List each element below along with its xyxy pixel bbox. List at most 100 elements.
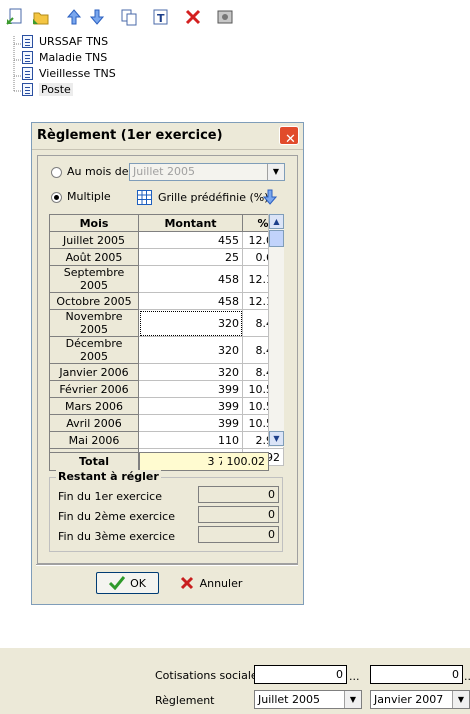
scroll-up-button[interactable]: ▲ [269, 214, 284, 229]
grille-predefinie-button[interactable]: Grille prédéfinie (%) [137, 188, 269, 206]
fin-3eme-label: Fin du 3ème exercice [58, 530, 175, 543]
reglement-grid: Mois Montant % Juillet 2005 455 12.06 Août … [49, 214, 284, 466]
fin-2eme-label: Fin du 2ème exercice [58, 510, 175, 523]
cell-montant[interactable]: 399 [138, 380, 243, 398]
grid-icon [137, 189, 152, 205]
fin-2eme-value: 0 [198, 506, 279, 523]
fin-1er-value: 0 [198, 486, 279, 503]
table-row[interactable]: Août 2005250.66 [49, 248, 284, 266]
cell-mois[interactable]: Mars 2006 [49, 397, 139, 415]
close-icon: ✕ [285, 132, 296, 147]
cell-montant[interactable]: 458 [138, 292, 243, 310]
cell-montant[interactable]: 455 [138, 231, 243, 249]
tree-item-label: Vieillesse TNS [39, 66, 116, 80]
open-folder-icon[interactable] [30, 6, 52, 28]
column-header-mois[interactable]: Mois [49, 214, 139, 232]
move-down-icon[interactable] [86, 6, 108, 28]
total-pct: 100.02 [222, 452, 269, 471]
tree-item-label: Maladie TNS [39, 50, 108, 64]
cell-mois[interactable]: Mai 2006 [49, 431, 139, 449]
tree-item-poste[interactable]: Poste [22, 81, 73, 97]
cell-montant[interactable]: 320 [138, 363, 243, 381]
tree-item-vieillesse[interactable]: Vieillesse TNS [22, 65, 116, 81]
table-row[interactable]: Septembre 2005 458 12.14 [49, 265, 284, 293]
cell-mois[interactable]: Avril 2006 [49, 414, 139, 432]
cell-mois[interactable]: Septembre 2005 [49, 265, 139, 293]
cell-montant[interactable]: 320 [138, 336, 243, 364]
ok-label: OK [130, 576, 146, 590]
scroll-down-button[interactable]: ▼ [269, 431, 284, 446]
copy-icon[interactable] [118, 6, 140, 28]
grid-scrollbar[interactable]: ▲ ▼ [268, 214, 284, 447]
restant-title: Restant à régler [56, 470, 161, 483]
ok-button[interactable]: OK [96, 572, 159, 594]
tree-item-maladie[interactable]: Maladie TNS [22, 49, 107, 65]
dialog-title-bar[interactable]: Règlement (1er exercice) ✕ [32, 123, 303, 150]
new-document-icon[interactable] [4, 6, 26, 28]
table-row[interactable]: Mars 2006 399 10.58 [49, 397, 284, 415]
cell-mois[interactable]: Janvier 2006 [49, 363, 139, 381]
radio-au-mois[interactable] [51, 167, 62, 178]
document-icon [22, 66, 33, 80]
cotisations-ellipsis-button-1[interactable]: ... [349, 670, 360, 683]
button-separator [36, 564, 298, 566]
cell-montant[interactable]: 25 [138, 248, 243, 266]
scroll-thumb[interactable] [269, 230, 284, 247]
reglement-to-select[interactable]: Janvier 2007 ▼ [370, 690, 470, 709]
chevron-down-icon: ▼ [267, 164, 284, 180]
table-row[interactable]: Novembre 20053208.48 [49, 309, 284, 337]
cell-mois[interactable]: Décembre 2005 [49, 336, 139, 364]
reglement-to-value: Janvier 2007 [374, 693, 444, 706]
arrow-down-icon[interactable] [262, 189, 278, 208]
cell-montant[interactable]: 458 [138, 265, 243, 293]
table-row[interactable]: Juillet 2005 455 12.06 [49, 231, 284, 249]
table-row[interactable]: Décembre 20053208.48 [49, 336, 284, 364]
column-header-montant[interactable]: Montant [138, 214, 243, 232]
cotisations-field-1[interactable]: 0 [254, 665, 347, 684]
cell-mois[interactable]: Novembre 2005 [49, 309, 139, 337]
archive-icon[interactable] [214, 6, 236, 28]
cell-montant[interactable]: 399 [138, 414, 243, 432]
table-row[interactable]: Mai 20061102.92 [49, 431, 284, 449]
cell-mois[interactable]: Juillet 2005 [49, 231, 139, 249]
table-row[interactable]: Octobre 2005 458 12.14 [49, 292, 284, 310]
cell-mois[interactable]: Février 2006 [49, 380, 139, 398]
cell-montant[interactable]: 399 [138, 397, 243, 415]
month-select-value: Juillet 2005 [133, 165, 195, 178]
cell-montant[interactable]: 320 [138, 309, 243, 337]
cotisations-label: Cotisations sociales [155, 669, 264, 682]
table-row[interactable]: Février 2006 399 10.58 [49, 380, 284, 398]
reglement-label: Règlement [155, 694, 215, 707]
tree-item-label: URSSAF TNS [39, 34, 109, 48]
text-format-icon[interactable]: T [150, 6, 172, 28]
tree-item-urssaf[interactable]: URSSAF TNS [22, 33, 108, 49]
table-row[interactable]: Janvier 20063208.48 [49, 363, 284, 381]
table-row[interactable]: Avril 2006 399 10.58 [49, 414, 284, 432]
cell-mois[interactable]: Octobre 2005 [49, 292, 139, 310]
document-icon [22, 34, 33, 48]
cell-montant[interactable]: 110 [138, 431, 243, 449]
toolbar: T [0, 0, 470, 32]
cotisations-ellipsis-button-2[interactable]: ... [464, 670, 470, 683]
reglement-from-value: Juillet 2005 [258, 693, 320, 706]
chevron-down-icon: ▼ [344, 691, 361, 708]
checkmark-icon [109, 576, 126, 590]
radio-multiple[interactable] [51, 192, 62, 203]
chevron-down-icon: ▼ [452, 691, 469, 708]
tree-item-label: Poste [39, 82, 73, 96]
radio-multiple-label: Multiple [67, 190, 111, 203]
cell-mois[interactable]: Août 2005 [49, 248, 139, 266]
cancel-label: Annuler [199, 576, 243, 590]
move-up-icon[interactable] [63, 6, 85, 28]
fin-3eme-value: 0 [198, 526, 279, 543]
document-icon [22, 50, 33, 64]
total-label: Total [49, 452, 139, 471]
cancel-button[interactable]: Annuler [176, 572, 246, 594]
reglement-from-select[interactable]: Juillet 2005 ▼ [254, 690, 362, 709]
grille-predefinie-label: Grille prédéfinie (%) [158, 190, 269, 204]
cotisations-field-2[interactable]: 0 [370, 665, 463, 684]
month-select[interactable]: Juillet 2005 ▼ [129, 163, 285, 181]
restant-group: Restant à régler Fin du 1er exercice 0 F… [49, 470, 283, 552]
close-button[interactable]: ✕ [279, 126, 299, 147]
delete-icon[interactable] [182, 6, 204, 28]
